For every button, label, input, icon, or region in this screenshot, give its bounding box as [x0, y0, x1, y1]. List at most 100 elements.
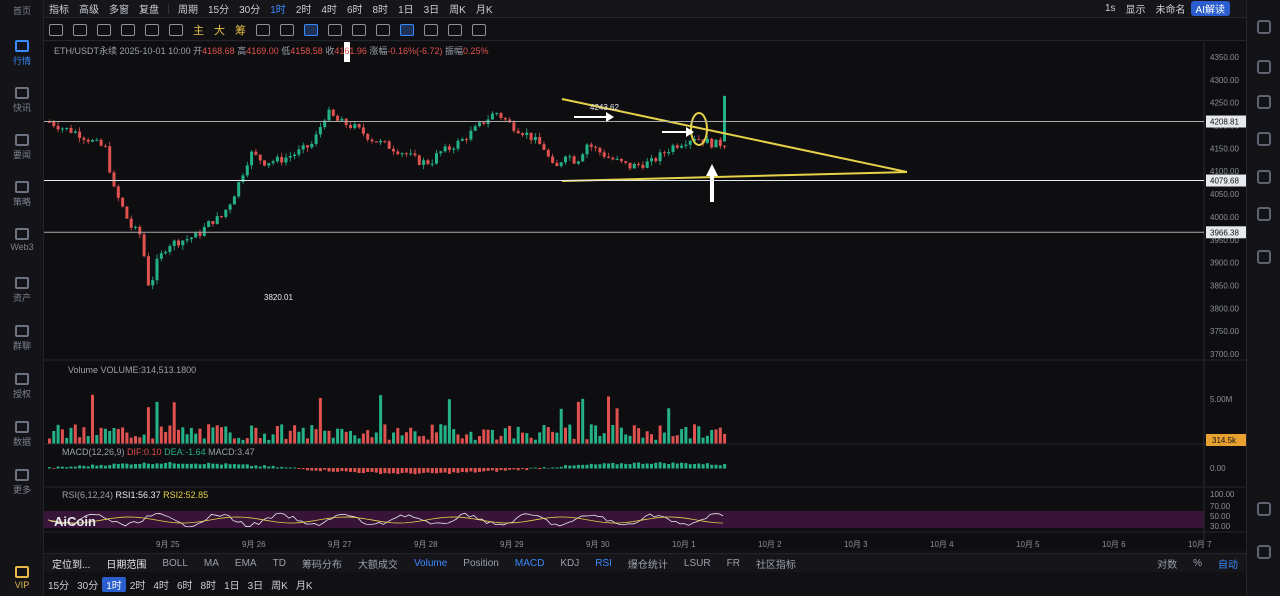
chart-area[interactable]: 4243.623820.01 4350.004300.004250.004200… [44, 0, 1246, 550]
line-tool-icon[interactable] [49, 23, 63, 36]
indicator-volume[interactable]: Volume [406, 558, 455, 569]
sidebar-item-assets[interactable]: 资产 [0, 277, 44, 304]
sidebar-item-strategy[interactable]: 策略 [0, 181, 44, 208]
list-icon[interactable] [1257, 20, 1271, 34]
big-chip-toggle[interactable]: 大 [214, 22, 225, 38]
indicator-big-trades[interactable]: 大额成交 [350, 556, 406, 571]
text-tool-icon[interactable] [169, 23, 183, 36]
bottom-interval-1d[interactable]: 1日 [220, 577, 244, 592]
percent-toggle[interactable]: % [1185, 558, 1210, 569]
pie-icon[interactable] [1257, 95, 1271, 109]
sidebar-item-auth[interactable]: 授权 [0, 373, 44, 400]
measure-tool-icon[interactable] [256, 23, 270, 36]
book-icon[interactable] [1257, 132, 1271, 146]
bottom-interval-8h[interactable]: 8时 [197, 577, 221, 592]
indicator-kdj[interactable]: KDJ [552, 558, 587, 569]
indicator-fr[interactable]: FR [719, 558, 748, 569]
indicator-macd[interactable]: MACD [507, 558, 552, 569]
settings-icon[interactable] [1257, 502, 1271, 516]
replay-menu[interactable]: 复盘 [134, 1, 164, 16]
refresh-interval[interactable]: 1s [1100, 3, 1121, 14]
trash-icon[interactable] [424, 23, 438, 36]
bottom-interval-4h[interactable]: 4时 [149, 577, 173, 592]
auto-scale-toggle[interactable]: 自动 [1210, 556, 1246, 571]
interval-15m[interactable]: 15分 [203, 1, 234, 16]
interval-3d[interactable]: 3日 [419, 1, 445, 16]
sidebar-item-more[interactable]: 更多 [0, 469, 44, 496]
bottom-interval-3d[interactable]: 3日 [244, 577, 268, 592]
indicator-community[interactable]: 社区指标 [748, 556, 804, 571]
bottom-interval-30m[interactable]: 30分 [73, 577, 102, 592]
log-scale-toggle[interactable]: 对数 [1149, 556, 1185, 571]
indicator-lsur[interactable]: LSUR [676, 558, 719, 569]
indicator-ma[interactable]: MA [196, 558, 227, 569]
period-dropdown[interactable]: 周期 [173, 1, 203, 16]
sidebar-item-news[interactable]: 要闻 [0, 134, 44, 161]
layout-name[interactable]: 未命名 [1151, 1, 1191, 16]
indicator-boll[interactable]: BOLL [154, 558, 196, 569]
sidebar-item-market[interactable]: 行情 [0, 40, 44, 67]
interval-8h[interactable]: 8时 [368, 1, 394, 16]
chip-toggle[interactable]: 筹 [235, 22, 246, 38]
ai-analysis-button[interactable]: AI解读 [1190, 1, 1230, 16]
bottom-interval-15m[interactable]: 15分 [44, 577, 73, 592]
support-icon[interactable] [1257, 545, 1271, 559]
date-range-button[interactable]: 日期范围 [98, 556, 154, 571]
bottom-interval-month[interactable]: 月K [292, 577, 317, 592]
interval-6h[interactable]: 6时 [342, 1, 368, 16]
rect-tool-icon[interactable] [145, 23, 159, 36]
sidebar-item-flash[interactable]: 快讯 [0, 87, 44, 114]
layers-icon[interactable] [1257, 250, 1271, 264]
interval-4h[interactable]: 4时 [316, 1, 342, 16]
interval-week[interactable]: 周K [444, 1, 471, 16]
sidebar-item-vip[interactable]: VIP [0, 566, 44, 590]
indicators-menu[interactable]: 指标 [44, 1, 74, 16]
eraser-tool-icon[interactable] [352, 23, 366, 36]
channel-tool-icon[interactable] [97, 23, 111, 36]
magnet-tool-icon[interactable] [376, 23, 390, 36]
star-icon[interactable] [1257, 60, 1271, 74]
indicator-bar: 定位到... 日期范围 BOLL MA EMA TD 筹码分布 大额成交 Vol… [44, 553, 1246, 572]
hline-tool-icon[interactable] [73, 23, 87, 36]
indicator-rsi[interactable]: RSI [587, 558, 620, 569]
bottom-interval-1h[interactable]: 1时 [102, 576, 126, 592]
main-chip-toggle[interactable]: 主 [193, 22, 204, 38]
sidebar-item-chat[interactable]: 群聊 [0, 325, 44, 352]
candle-body [99, 139, 103, 146]
indicator-td[interactable]: TD [265, 558, 294, 569]
interval-1d[interactable]: 1日 [393, 1, 419, 16]
macd-bar [460, 468, 464, 472]
indicator-liquidation[interactable]: 爆仓统计 [620, 556, 676, 571]
bot-icon[interactable] [1257, 207, 1271, 221]
sidebar-item-data[interactable]: 数据 [0, 421, 44, 448]
macd-bar [258, 466, 262, 469]
locate-button[interactable]: 定位到... [44, 556, 98, 571]
undo-icon[interactable] [448, 23, 462, 36]
sidebar-item-home[interactable]: 首页 [0, 4, 44, 17]
pen-tool-icon[interactable] [121, 23, 135, 36]
indicator-ema[interactable]: EMA [227, 558, 265, 569]
multi-window-menu[interactable]: 多窗 [104, 1, 134, 16]
alert-tool-icon[interactable] [280, 23, 294, 36]
sidebar-item-web3[interactable]: Web3 [0, 228, 44, 252]
bottom-interval-6h[interactable]: 6时 [173, 577, 197, 592]
macd-bar [478, 468, 481, 472]
interval-1h[interactable]: 1时 [265, 1, 291, 16]
bottom-interval-week[interactable]: 周K [267, 577, 292, 592]
indicator-position[interactable]: Position [455, 558, 507, 569]
redo-icon[interactable] [472, 23, 486, 36]
lock-tool-icon[interactable] [304, 23, 318, 36]
interval-month[interactable]: 月K [471, 1, 498, 16]
clock-icon[interactable] [1257, 170, 1271, 184]
advanced-menu[interactable]: 高级 [74, 1, 104, 16]
ruler-tool-icon[interactable] [328, 23, 342, 36]
macd-bar [624, 463, 628, 469]
filter-tool-icon[interactable] [400, 23, 414, 36]
indicator-chip[interactable]: 筹码分布 [294, 556, 350, 571]
candlestick-chart[interactable]: 4243.623820.01 4350.004300.004250.004200… [44, 0, 1246, 550]
display-menu[interactable]: 显示 [1121, 1, 1151, 16]
interval-30m[interactable]: 30分 [234, 1, 265, 16]
volume-bar [159, 426, 163, 444]
interval-2h[interactable]: 2时 [291, 1, 317, 16]
bottom-interval-2h[interactable]: 2时 [126, 577, 150, 592]
